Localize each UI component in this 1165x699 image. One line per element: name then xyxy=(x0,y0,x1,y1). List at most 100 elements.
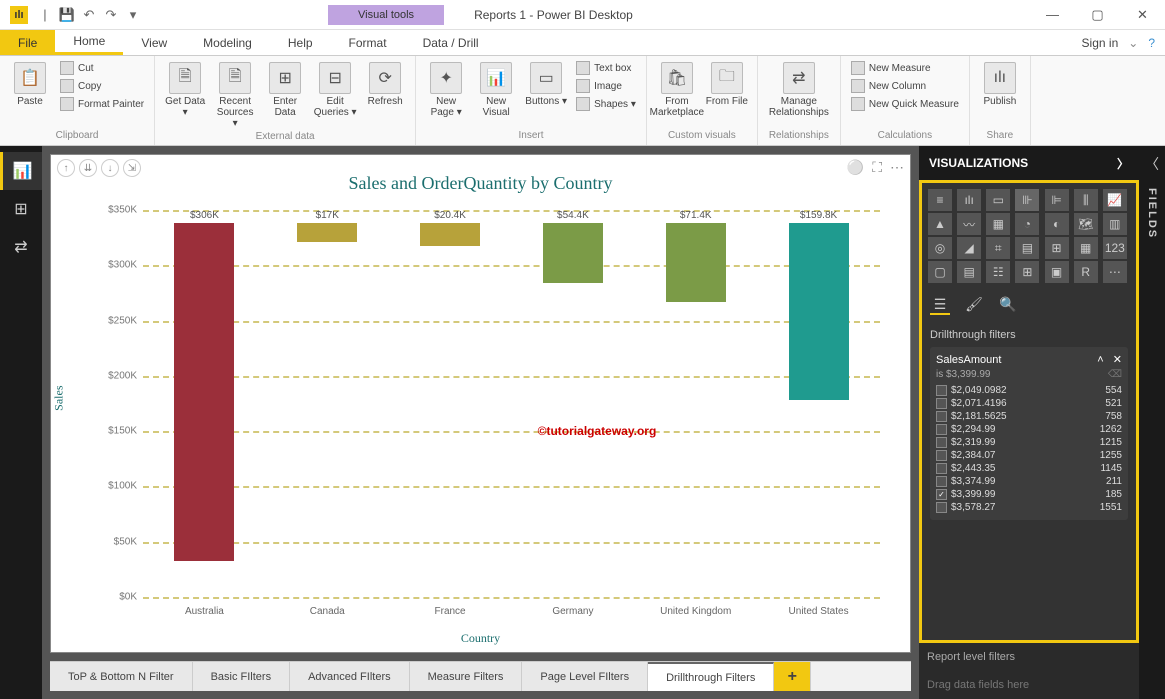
bar[interactable]: $71.4K xyxy=(634,210,757,597)
checkbox-icon[interactable] xyxy=(936,398,947,409)
viz-type-icon[interactable]: ⌗ xyxy=(986,237,1010,259)
menu-tab-data-drill[interactable]: Data / Drill xyxy=(405,30,497,55)
checkbox-icon[interactable] xyxy=(936,502,947,513)
data-view-icon[interactable]: ⊞ xyxy=(0,190,42,228)
checkbox-icon[interactable] xyxy=(936,450,947,461)
viz-type-icon[interactable]: ⊪ xyxy=(1015,189,1039,211)
get-data-button[interactable]: 🗎Get Data ▾ xyxy=(161,60,209,120)
viz-type-icon[interactable]: ▤ xyxy=(957,261,981,283)
viz-type-icon[interactable]: ▤ xyxy=(1015,237,1039,259)
bar[interactable]: $17K xyxy=(266,210,389,597)
drill-up-icon[interactable]: ↑ xyxy=(57,159,75,177)
menu-tab-view[interactable]: View xyxy=(123,30,185,55)
viz-type-icon[interactable]: R xyxy=(1074,261,1098,283)
minimize-button[interactable]: — xyxy=(1030,0,1075,29)
viz-type-icon[interactable]: ⫼ xyxy=(1074,189,1098,211)
checkbox-icon[interactable] xyxy=(936,476,947,487)
page-tab[interactable]: Advanced FIlters xyxy=(290,662,410,691)
checkbox-icon[interactable] xyxy=(936,424,947,435)
page-tab[interactable]: Page Level FIlters xyxy=(522,662,648,691)
fields-tab-icon[interactable]: ☰ xyxy=(930,295,950,315)
viz-type-icon[interactable]: ⊞ xyxy=(1045,237,1069,259)
drill-down-icon[interactable]: ↓ xyxy=(101,159,119,177)
viz-type-icon[interactable]: ◔ xyxy=(1015,213,1039,235)
collapse-filter-icon[interactable]: ˄ xyxy=(1097,354,1103,366)
paste-button[interactable]: 📋Paste xyxy=(6,60,54,109)
maximize-button[interactable]: ▢ xyxy=(1075,0,1120,29)
new-page-button[interactable]: ✦New Page ▾ xyxy=(422,60,470,120)
buttons-button[interactable]: ▭Buttons ▾ xyxy=(522,60,570,109)
filter-row[interactable]: $2,384.071255 xyxy=(936,449,1122,462)
shapes-button[interactable]: Shapes ▾ xyxy=(572,96,640,112)
viz-type-icon[interactable]: ◐ xyxy=(1045,213,1069,235)
image-button[interactable]: Image xyxy=(572,78,640,94)
bar[interactable]: $159.8K xyxy=(757,210,880,597)
focus-mode-icon[interactable]: ⛶ xyxy=(872,159,882,176)
filter-row[interactable]: $2,294.991262 xyxy=(936,423,1122,436)
visualizations-header[interactable]: VISUALIZATIONS 〉 xyxy=(919,146,1139,180)
undo-icon[interactable]: ↶ xyxy=(78,4,100,26)
manage-relationships-button[interactable]: ⇄Manage Relationships xyxy=(764,60,834,120)
filter-row[interactable]: $2,443.351145 xyxy=(936,462,1122,475)
page-tab[interactable]: Basic FIlters xyxy=(193,662,291,691)
bar[interactable]: $20.4K xyxy=(389,210,512,597)
filter-row[interactable]: $3,578.271551 xyxy=(936,501,1122,514)
report-level-filters-header[interactable]: Report level filters xyxy=(919,643,1139,671)
redo-icon[interactable]: ↷ xyxy=(100,4,122,26)
viz-type-icon[interactable]: ▦ xyxy=(1074,237,1098,259)
menu-tab-help[interactable]: Help xyxy=(270,30,331,55)
checkbox-icon[interactable] xyxy=(936,437,947,448)
viz-type-icon[interactable]: 📈 xyxy=(1103,189,1127,211)
new-measure-button[interactable]: New Measure xyxy=(847,60,963,76)
page-tab[interactable]: ToP & Bottom N Filter xyxy=(50,662,193,691)
new-visual-button[interactable]: 📊New Visual xyxy=(472,60,520,120)
viz-type-icon[interactable]: ▦ xyxy=(986,213,1010,235)
copy-button[interactable]: Copy xyxy=(56,78,148,94)
page-tab[interactable]: Drillthrough Filters xyxy=(648,662,774,691)
analytics-tab-icon[interactable]: 🔍 xyxy=(998,295,1018,315)
viz-type-icon[interactable]: ◎ xyxy=(928,237,952,259)
new-quick-measure-button[interactable]: New Quick Measure xyxy=(847,96,963,112)
recent-sources-button[interactable]: 🗎Recent Sources ▾ xyxy=(211,60,259,131)
fields-panel-collapsed[interactable]: 〈 FIELDS xyxy=(1139,146,1165,699)
format-painter-button[interactable]: Format Painter xyxy=(56,96,148,112)
visual-more-icon[interactable]: ⋯ xyxy=(890,159,904,176)
filter-row[interactable]: $3,399.99185 xyxy=(936,488,1122,501)
add-page-button[interactable]: + xyxy=(774,662,811,691)
model-view-icon[interactable]: ⇄ xyxy=(0,228,42,266)
refresh-button[interactable]: ⟳Refresh xyxy=(361,60,409,109)
checkbox-icon[interactable] xyxy=(936,411,947,422)
qat-dropdown-icon[interactable]: ▾ xyxy=(122,4,144,26)
help-icon[interactable]: ? xyxy=(1148,36,1155,50)
checkbox-icon[interactable] xyxy=(936,489,947,500)
viz-type-icon[interactable]: ⊞ xyxy=(1015,261,1039,283)
viz-type-icon[interactable]: ◢ xyxy=(957,237,981,259)
edit-queries-button[interactable]: ⊟Edit Queries ▾ xyxy=(311,60,359,120)
filter-row[interactable]: $3,374.99211 xyxy=(936,475,1122,488)
textbox-button[interactable]: Text box xyxy=(572,60,640,76)
viz-type-icon[interactable]: ▭ xyxy=(986,189,1010,211)
viz-type-icon[interactable]: ▢ xyxy=(928,261,952,283)
checkbox-icon[interactable] xyxy=(936,385,947,396)
save-icon[interactable]: 💾 xyxy=(56,4,78,26)
clear-filter-icon[interactable]: ⌫ xyxy=(1108,369,1122,380)
report-view-icon[interactable]: 📊 xyxy=(0,152,42,190)
new-column-button[interactable]: New Column xyxy=(847,78,963,94)
menu-tab-format[interactable]: Format xyxy=(331,30,405,55)
expand-fields-icon[interactable]: 〈 xyxy=(1145,154,1159,174)
collapse-viz-icon[interactable]: 〉 xyxy=(1117,155,1129,172)
bar[interactable]: $54.4K xyxy=(511,210,634,597)
from-file-button[interactable]: 🗀From File xyxy=(703,60,751,109)
bar[interactable]: $306K xyxy=(143,210,266,597)
viz-type-icon[interactable]: ☷ xyxy=(986,261,1010,283)
remove-filter-icon[interactable]: ✕ xyxy=(1113,354,1122,366)
from-marketplace-button[interactable]: 🛍From Marketplace xyxy=(653,60,701,120)
sign-in-link[interactable]: Sign in xyxy=(1082,36,1119,50)
filter-row[interactable]: $2,071.4196521 xyxy=(936,397,1122,410)
expand-icon[interactable]: ⇲ xyxy=(123,159,141,177)
enter-data-button[interactable]: ⊞Enter Data xyxy=(261,60,309,120)
filter-row[interactable]: $2,049.0982554 xyxy=(936,384,1122,397)
format-tab-icon[interactable]: 🖌 xyxy=(964,295,984,315)
close-button[interactable]: ✕ xyxy=(1120,0,1165,29)
viz-type-icon[interactable]: ılı xyxy=(957,189,981,211)
